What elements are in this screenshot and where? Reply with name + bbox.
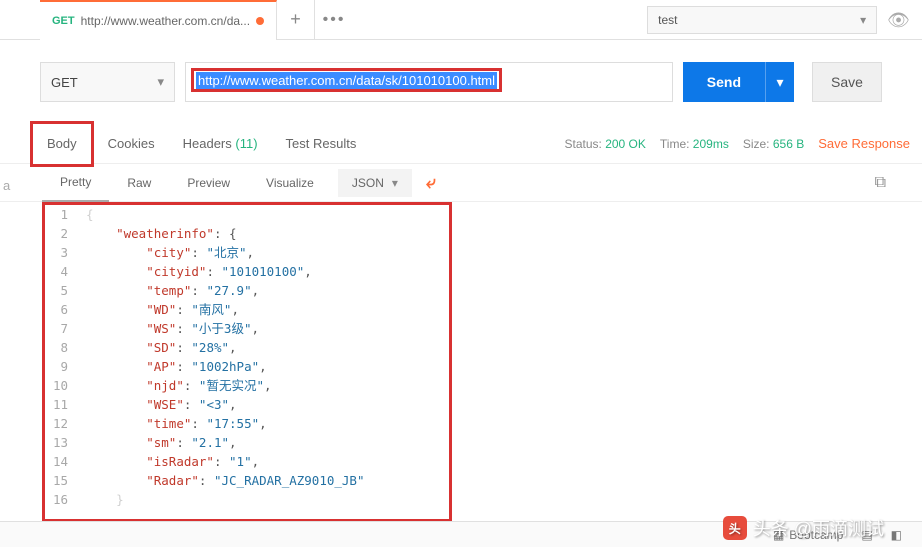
watermark-logo-icon: 头: [723, 516, 747, 540]
format-bar: Pretty Raw Preview Visualize JSON ▾ ⤶ ⧉: [0, 164, 922, 202]
code-lines[interactable]: { "weatherinfo": { "city": "北京", "cityid…: [86, 205, 922, 509]
fmt-pretty[interactable]: Pretty: [42, 164, 109, 202]
line-gutter: 12345678910111213141516: [0, 205, 86, 509]
save-button[interactable]: Save: [812, 62, 882, 102]
response-body: 12345678910111213141516 { "weatherinfo":…: [0, 202, 922, 509]
footer-panel-icon[interactable]: ◧: [891, 528, 902, 542]
fmt-raw[interactable]: Raw: [109, 164, 169, 202]
tab-more-button[interactable]: •••: [315, 0, 353, 40]
copy-icon[interactable]: ⧉: [875, 174, 886, 192]
request-row: GET ▾ http://www.weather.com.cn/data/sk/…: [0, 40, 922, 124]
status-bar: Status: 200 OK Time: 209ms Size: 656 B S…: [564, 136, 910, 151]
fmt-visualize[interactable]: Visualize: [248, 164, 332, 202]
send-button[interactable]: Send: [683, 62, 766, 102]
chevron-down-icon: ▾: [776, 74, 783, 91]
tab-bar: GET http://www.weather.com.cn/da... + ••…: [0, 0, 922, 40]
tab-body[interactable]: Body: [33, 124, 91, 164]
fmt-type-select[interactable]: JSON ▾: [338, 169, 412, 197]
environment-select[interactable]: test ▾: [647, 6, 877, 34]
save-response-link[interactable]: Save Response: [818, 136, 910, 151]
tab-test-results[interactable]: Test Results: [272, 124, 371, 164]
chevron-down-icon: ▾: [392, 176, 398, 190]
tab-headers[interactable]: Headers (11): [169, 124, 272, 164]
method-label: GET: [51, 75, 78, 90]
request-tab[interactable]: GET http://www.weather.com.cn/da...: [40, 0, 277, 40]
fmt-preview[interactable]: Preview: [169, 164, 248, 202]
send-dropdown-button[interactable]: ▾: [766, 62, 794, 102]
tab-title: http://www.weather.com.cn/da...: [81, 14, 250, 28]
chevron-down-icon: ▾: [157, 74, 164, 90]
chevron-down-icon: ▾: [860, 13, 866, 27]
environment-label: test: [658, 13, 677, 27]
watermark: 头 头条 @雨滴测试: [723, 515, 884, 541]
new-tab-button[interactable]: +: [277, 0, 315, 40]
tab-cookies[interactable]: Cookies: [94, 124, 169, 164]
eye-icon[interactable]: 👁: [887, 10, 910, 31]
method-select[interactable]: GET ▾: [40, 62, 175, 102]
unsaved-dot-icon: [256, 17, 264, 25]
tab-method: GET: [52, 15, 75, 27]
url-text: http://www.weather.com.cn/data/sk/101010…: [196, 72, 497, 89]
wrap-lines-icon[interactable]: ⤶: [426, 172, 436, 193]
response-tabs: Body Cookies Headers (11) Test Results S…: [0, 124, 922, 164]
url-input[interactable]: http://www.weather.com.cn/data/sk/101010…: [185, 62, 673, 102]
